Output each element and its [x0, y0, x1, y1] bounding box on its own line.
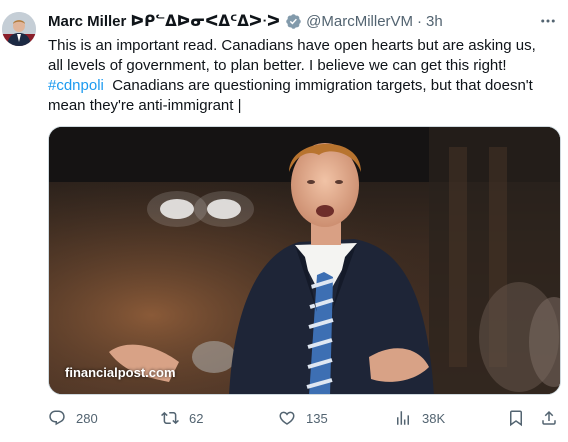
reply-count: 280 [76, 410, 98, 426]
views-count: 38K [422, 410, 446, 426]
author-name[interactable]: Marc Miller ᐅᑭᓪᐃᐅᓂᐸᐃᑦᐃᐳᐧᐳ [48, 12, 280, 30]
tweet-text-segment: Canadians are questioning immigration ta… [103, 77, 533, 94]
views-button[interactable]: 38K [394, 405, 445, 431]
tweet-text-line: #cdnpoli Canadians are questioning immig… [48, 76, 563, 96]
bookmark-icon [510, 410, 522, 427]
tweet-text-line: This is an important read. Canadians hav… [48, 37, 536, 54]
hashtag-link[interactable]: #cdnpoli [48, 77, 104, 94]
repost-icon [161, 411, 179, 425]
more-options-button[interactable] [538, 11, 558, 31]
timestamp[interactable]: 3h [426, 13, 443, 30]
like-button[interactable]: 135 [278, 405, 328, 431]
repost-count: 62 [189, 410, 204, 426]
share-icon [542, 410, 556, 425]
analytics-icon [397, 411, 409, 425]
tweet[interactable]: Marc Miller ᐅᑭᓪᐃᐅᓂᐸᐃᑦᐃᐳᐧᐳ @MarcMillerVM … [0, 0, 568, 442]
share-button[interactable] [540, 405, 568, 431]
bookmark-button[interactable] [507, 405, 535, 431]
more-icon [541, 19, 555, 23]
action-bar: 280 62 135 38K [48, 405, 558, 431]
author-handle[interactable]: @MarcMillerVM [306, 13, 413, 30]
repost-button[interactable]: 62 [161, 405, 203, 431]
reply-icon [49, 410, 65, 426]
separator-dot: · [417, 12, 423, 30]
like-count: 135 [306, 410, 328, 426]
avatar[interactable] [2, 12, 36, 46]
media-image[interactable]: financialpost.com [48, 126, 561, 395]
tweet-text: This is an important read. Canadians hav… [48, 36, 563, 116]
heart-icon [279, 411, 295, 425]
reply-button[interactable]: 280 [48, 405, 98, 431]
tweet-text-line: all levels of government, to plan better… [48, 57, 507, 74]
verified-badge-icon[interactable] [285, 13, 302, 30]
tweet-header: Marc Miller ᐅᑭᓪᐃᐅᓂᐸᐃᑦᐃᐳᐧᐳ @MarcMillerVM … [48, 10, 558, 32]
media-watermark: financialpost.com [65, 365, 176, 380]
speaker-photo [49, 127, 560, 394]
tweet-text-line: mean they're anti-immigrant | [48, 97, 242, 114]
